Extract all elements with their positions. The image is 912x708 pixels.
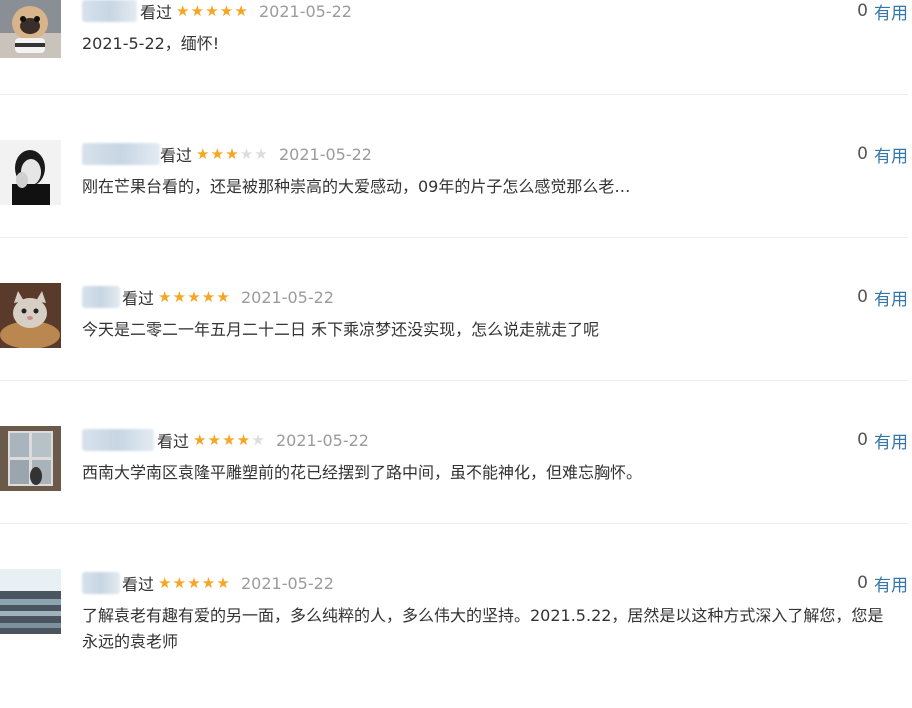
rating-stars: ★ ★ ★ ★ ★ [196, 144, 269, 163]
star-empty-icon: ★ [251, 430, 265, 449]
comment-meta: 看过 ★ ★ ★ ★ ★ 2021-05-22 [160, 143, 372, 166]
username-blurred[interactable] [82, 143, 160, 165]
useful-button[interactable]: 有用 [874, 428, 908, 453]
divider [0, 523, 908, 524]
vote-count: 0 [857, 144, 868, 164]
star-filled-icon: ★ [205, 1, 219, 20]
pug-dog-avatar[interactable] [0, 0, 61, 58]
star-filled-icon: ★ [187, 573, 201, 592]
watched-label: 看过 [140, 3, 173, 22]
useful-button[interactable]: 有用 [874, 142, 908, 167]
username-blurred[interactable] [82, 286, 120, 308]
star-filled-icon: ★ [158, 287, 172, 306]
watched-label: 看过 [160, 146, 193, 165]
rating-stars: ★ ★ ★ ★ ★ [193, 430, 266, 449]
star-filled-icon: ★ [190, 1, 205, 20]
star-empty-icon: ★ [254, 144, 268, 163]
vote-area: 0 有用 [857, 285, 908, 310]
star-filled-icon: ★ [216, 573, 230, 592]
comment-date: 2021-05-22 [275, 430, 369, 450]
vote-count: 0 [857, 573, 868, 593]
star-filled-icon: ★ [158, 573, 172, 592]
landscape-avatar[interactable] [0, 569, 61, 634]
rating-stars: ★ ★ ★ ★ ★ [176, 1, 249, 20]
comment-meta: 看过 ★ ★ ★ ★ ★ 2021-05-22 [157, 429, 369, 452]
vote-area: 0 有用 [857, 0, 908, 24]
star-filled-icon: ★ [222, 430, 236, 449]
man-portrait-avatar[interactable] [0, 140, 61, 205]
comment-text: 西南大学南区袁隆平雕塑前的花已经摆到了路中间，虽不能神化，但难忘胸怀。 [82, 463, 643, 482]
comment-date: 2021-05-22 [240, 573, 334, 593]
comment-item: 看过 ★ ★ ★ ★ ★ 2021-05-22 0 有用 2021-5-22，缅怀! [0, 0, 912, 136]
star-filled-icon: ★ [225, 144, 239, 163]
comment-meta: 看过 ★ ★ ★ ★ ★ 2021-05-22 [122, 572, 334, 595]
star-filled-icon: ★ [219, 1, 234, 20]
star-filled-icon: ★ [201, 287, 216, 306]
rating-stars: ★ ★ ★ ★ ★ [158, 287, 231, 306]
divider [0, 94, 908, 95]
vote-count: 0 [857, 1, 868, 21]
comment-meta: 看过 ★ ★ ★ ★ ★ 2021-05-22 [122, 286, 334, 309]
vote-area: 0 有用 [857, 571, 908, 596]
watched-label: 看过 [157, 432, 190, 451]
comment-item: 看过 ★ ★ ★ ★ ★ 2021-05-22 0 有用 了解袁老有趣有爱的另一面，多么… [0, 565, 912, 708]
comment-meta: 看过 ★ ★ ★ ★ ★ 2021-05-22 [140, 0, 352, 23]
cat-avatar[interactable] [0, 283, 61, 348]
star-filled-icon: ★ [193, 430, 207, 449]
star-filled-icon: ★ [210, 144, 225, 163]
useful-button[interactable]: 有用 [874, 285, 908, 310]
star-filled-icon: ★ [201, 573, 216, 592]
comment-date: 2021-05-22 [240, 287, 334, 307]
star-empty-icon: ★ [239, 144, 254, 163]
comment-text: 了解袁老有趣有爱的另一面，多么纯粹的人，多么伟大的坚持。2021.5.22，居然… [82, 606, 884, 651]
star-filled-icon: ★ [187, 287, 201, 306]
divider [0, 380, 908, 381]
comment-item: 看过 ★ ★ ★ ★ ★ 2021-05-22 0 有用 西南大学南区袁隆平雕塑前的花已… [0, 422, 912, 565]
vote-area: 0 有用 [857, 142, 908, 167]
username-blurred[interactable] [82, 429, 154, 451]
divider [0, 237, 908, 238]
vote-count: 0 [857, 287, 868, 307]
comment-text: 刚在芒果台看的，还是被那种崇高的大爱感动，09年的片子怎么感觉那么老… [82, 177, 631, 196]
username-blurred[interactable] [82, 0, 137, 22]
comment-date: 2021-05-22 [258, 1, 352, 21]
useful-button[interactable]: 有用 [874, 0, 908, 24]
comment-item: 看过 ★ ★ ★ ★ ★ 2021-05-22 0 有用 刚在芒果台看的，还是被那种崇高… [0, 136, 912, 279]
star-filled-icon: ★ [196, 144, 210, 163]
comment-text: 2021-5-22，缅怀! [82, 34, 220, 53]
star-filled-icon: ★ [236, 430, 251, 449]
comment-item: 看过 ★ ★ ★ ★ ★ 2021-05-22 0 有用 今天是二零二一年五月二十二日 … [0, 279, 912, 422]
star-filled-icon: ★ [216, 287, 230, 306]
watched-label: 看过 [122, 575, 155, 594]
star-filled-icon: ★ [172, 287, 187, 306]
star-filled-icon: ★ [172, 573, 187, 592]
vote-count: 0 [857, 430, 868, 450]
star-filled-icon: ★ [234, 1, 248, 20]
vote-area: 0 有用 [857, 428, 908, 453]
useful-button[interactable]: 有用 [874, 571, 908, 596]
username-blurred[interactable] [82, 572, 120, 594]
comment-date: 2021-05-22 [278, 144, 372, 164]
star-filled-icon: ★ [176, 1, 190, 20]
comment-text: 今天是二零二一年五月二十二日 禾下乘凉梦还没实现，怎么说走就走了呢 [82, 320, 600, 339]
star-filled-icon: ★ [207, 430, 222, 449]
rating-stars: ★ ★ ★ ★ ★ [158, 573, 231, 592]
window-avatar[interactable] [0, 426, 61, 491]
watched-label: 看过 [122, 289, 155, 308]
